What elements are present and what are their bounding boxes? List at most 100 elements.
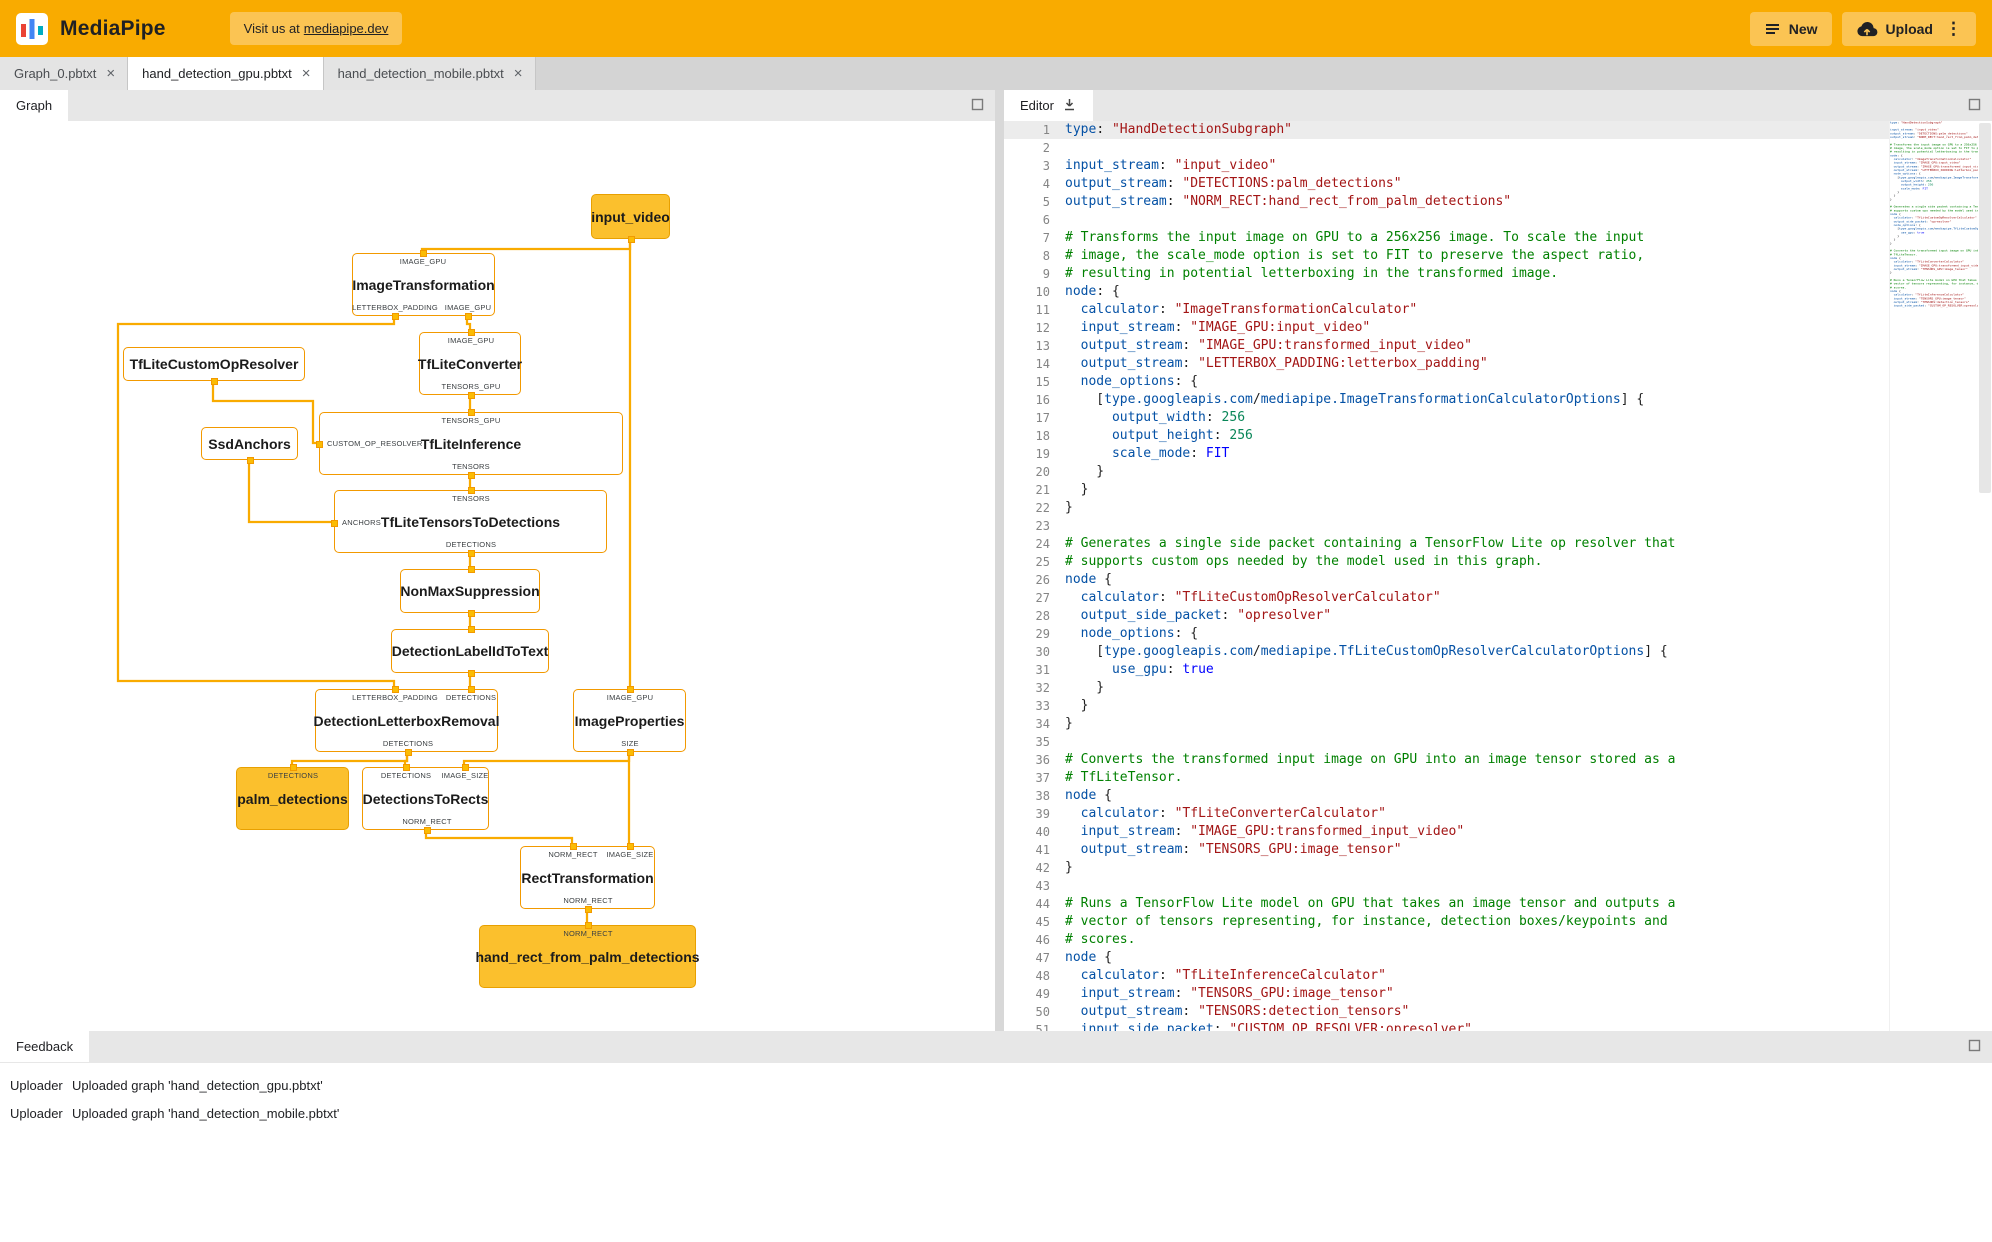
code-line-18[interactable]: 18 output_height: 256 [1004, 427, 1889, 445]
scrollbar-thumb[interactable] [1979, 123, 1991, 493]
code-line-30[interactable]: 30 [type.googleapis.com/mediapipe.TfLite… [1004, 643, 1889, 661]
code-line-6[interactable]: 6 [1004, 211, 1889, 229]
code-line-14[interactable]: 14 output_stream: "LETTERBOX_PADDING:let… [1004, 355, 1889, 373]
graph-node-palm_detections[interactable]: palm_detections DETECTIONS [236, 763, 349, 830]
code-line-20[interactable]: 20 } [1004, 463, 1889, 481]
code-line-43[interactable]: 43 [1004, 877, 1889, 895]
line-number: 20 [1035, 465, 1050, 479]
feedback-tab[interactable]: Feedback [0, 1031, 90, 1062]
code-line-41[interactable]: 41 output_stream: "TENSORS_GPU:image_ten… [1004, 841, 1889, 859]
code-line-12[interactable]: 12 input_stream: "IMAGE_GPU:input_video" [1004, 319, 1889, 337]
code-line-3[interactable]: 3 input_stream: "input_video" [1004, 157, 1889, 175]
editor-tab[interactable]: Editor [1004, 90, 1093, 121]
graph-node-DetectionLabelIdToText[interactable]: DetectionLabelIdToText [391, 625, 549, 677]
code-line-16[interactable]: 16 [type.googleapis.com/mediapipe.ImageT… [1004, 391, 1889, 409]
expand-editor-icon[interactable] [1968, 98, 1982, 112]
code-line-10[interactable]: 10 node: { [1004, 283, 1889, 301]
code-line-26[interactable]: 26 node { [1004, 571, 1889, 589]
code-line-36[interactable]: 36 # Converts the transformed input image… [1004, 751, 1889, 769]
code-line-24[interactable]: 24 # Generates a single side packet conta… [1004, 535, 1889, 553]
code-line-28[interactable]: 28 output_side_packet: "opresolver" [1004, 607, 1889, 625]
line-number: 8 [1042, 249, 1050, 263]
graph-node-label: TfLiteInference [420, 435, 522, 452]
line-number: 33 [1035, 699, 1050, 713]
graph-node-DetectionLetterboxRemoval[interactable]: DetectionLetterboxRemoval LETTERBOX_PADDI… [314, 685, 499, 756]
code-line-11[interactable]: 11 calculator: "ImageTransformationCalcu… [1004, 301, 1889, 319]
code-line-22[interactable]: 22} [1004, 499, 1889, 517]
code-line-45[interactable]: 45 # vector of tensors representing, for … [1004, 913, 1889, 931]
download-icon[interactable] [1062, 97, 1077, 115]
code-line-7[interactable]: 7 # Transforms the input image on GPU to … [1004, 229, 1889, 247]
code-line-49[interactable]: 49 input_stream: "TENSORS_GPU:image_tens… [1004, 985, 1889, 1003]
graph-node-hand_rect_from_palm_detections[interactable]: hand_rect_from_palm_detections NORM_RECT [475, 921, 700, 988]
code-line-2[interactable]: 2 [1004, 139, 1889, 157]
graph-node-TfLiteTensorsToDetections[interactable]: TfLiteTensorsToDetections TENSORS DETECTIO… [330, 486, 607, 557]
code-line-9[interactable]: 9 # resulting in potential letterboxing i… [1004, 265, 1889, 283]
code-line-33[interactable]: 33 } [1004, 697, 1889, 715]
code-text: input_side_packet: "CUSTOM_OP_RESOLVER:o… [1080, 1022, 1473, 1031]
file-tab-hand-detection-gpu[interactable]: hand_detection_gpu.pbtxt × [128, 57, 324, 90]
graph-node-ImageProperties[interactable]: ImageProperties IMAGE_GPU SIZE [573, 685, 686, 756]
code-line-1[interactable]: 1 type: "HandDetectionSubgraph" [1004, 121, 1889, 139]
port-marker [626, 748, 634, 756]
line-number: 46 [1035, 933, 1050, 947]
code-line-37[interactable]: 37 # TfLiteTensor. [1004, 769, 1889, 787]
graph-node-DetectionsToRects[interactable]: DetectionsToRects DETECTIONS IMAGE_SIZE NOR… [362, 763, 489, 834]
minimap[interactable]: type: "HandDetectionSubgraph" input_strea… [1889, 121, 1978, 1031]
code-line-42[interactable]: 42} [1004, 859, 1889, 877]
code-line-32[interactable]: 32 } [1004, 679, 1889, 697]
code-line-17[interactable]: 17 output_width: 256 [1004, 409, 1889, 427]
graph-node-RectTransformation[interactable]: RectTransformation NORM_RECT IMAGE_SIZE NOR… [520, 842, 655, 913]
new-button[interactable]: New [1749, 11, 1832, 46]
expand-feedback-icon[interactable] [1968, 1039, 1982, 1053]
code-text: } [1065, 464, 1105, 479]
graph-node-ImageTransformation[interactable]: ImageTransformation IMAGE_GPU LETTERBOX_PA… [352, 249, 495, 320]
code-text: } [1065, 482, 1089, 497]
code-line-25[interactable]: 25 # supports custom ops needed by the mo… [1004, 553, 1889, 571]
code-line-4[interactable]: 4 output_stream: "DETECTIONS:palm_detecti… [1004, 175, 1889, 193]
close-tab-icon[interactable]: × [106, 66, 115, 81]
code-line-35[interactable]: 35 [1004, 733, 1889, 751]
code-line-15[interactable]: 15 node_options: { [1004, 373, 1889, 391]
close-tab-icon[interactable]: × [302, 66, 311, 81]
code-line-38[interactable]: 38 node { [1004, 787, 1889, 805]
code-line-40[interactable]: 40 input_stream: "IMAGE_GPU:transformed_… [1004, 823, 1889, 841]
graph-node-NonMaxSuppression[interactable]: NonMaxSuppression [400, 565, 540, 617]
port-label: DETECTIONS [267, 771, 319, 780]
expand-graph-icon[interactable] [971, 98, 985, 112]
code-line-48[interactable]: 48 calculator: "TfLiteInferenceCalculato… [1004, 967, 1889, 985]
graph-node-TfLiteInference[interactable]: TfLiteInference TENSORS_GPU TENSORS CUSTOM_… [315, 408, 623, 479]
code-line-51[interactable]: 51 input_side_packet: "CUSTOM_OP_RESOLVE… [1004, 1021, 1889, 1031]
graph-node-input_video[interactable]: input_video [591, 194, 670, 243]
code-line-13[interactable]: 13 output_stream: "IMAGE_GPU:transformed… [1004, 337, 1889, 355]
code-line-39[interactable]: 39 calculator: "TfLiteConverterCalculato… [1004, 805, 1889, 823]
editor-panel: Editor 1 type: "HandDetectionSubgraph" 2 3 i… [1004, 90, 1992, 1031]
graph-panel: Graph input_video ImageTransformation IMAG… [0, 90, 995, 1031]
close-tab-icon[interactable]: × [514, 66, 523, 81]
code-line-5[interactable]: 5 output_stream: "NORM_RECT:hand_rect_fro… [1004, 193, 1889, 211]
upload-button[interactable]: Upload ⋮ [1841, 11, 1976, 46]
code-line-19[interactable]: 19 scale_mode: FIT [1004, 445, 1889, 463]
code-line-44[interactable]: 44 # Runs a TensorFlow Lite model on GPU … [1004, 895, 1889, 913]
editor-scrollbar[interactable] [1978, 121, 1992, 1031]
graph-node-TfLiteCustomOpResolver[interactable]: TfLiteCustomOpResolver [123, 347, 305, 385]
code-line-23[interactable]: 23 [1004, 517, 1889, 535]
code-line-34[interactable]: 34} [1004, 715, 1889, 733]
code-line-31[interactable]: 31 use_gpu: true [1004, 661, 1889, 679]
code-line-27[interactable]: 27 calculator: "TfLiteCustomOpResolverCa… [1004, 589, 1889, 607]
file-tab-hand-detection-mobile[interactable]: hand_detection_mobile.pbtxt × [323, 57, 536, 90]
code-line-46[interactable]: 46 # scores. [1004, 931, 1889, 949]
graph-tab[interactable]: Graph [0, 90, 69, 121]
code-line-8[interactable]: 8 # image, the scale_mode option is set t… [1004, 247, 1889, 265]
code-line-47[interactable]: 47 node { [1004, 949, 1889, 967]
code-line-50[interactable]: 50 output_stream: "TENSORS:detection_ten… [1004, 1003, 1889, 1021]
visit-chip[interactable]: Visit us at mediapipe.dev [229, 12, 403, 45]
more-options-icon[interactable]: ⋮ [1945, 20, 1962, 37]
graph-node-TfLiteConverter[interactable]: TfLiteConverter IMAGE_GPU TENSORS_GPU [418, 328, 522, 399]
visit-link[interactable]: mediapipe.dev [304, 21, 389, 36]
code-line-29[interactable]: 29 node_options: { [1004, 625, 1889, 643]
file-tab-graph-0[interactable]: Graph_0.pbtxt × [0, 57, 129, 90]
code-line-21[interactable]: 21 } [1004, 481, 1889, 499]
graph-node-SsdAnchors[interactable]: SsdAnchors [201, 427, 298, 464]
graph-canvas[interactable]: input_video ImageTransformation IMAGE_GPU L… [0, 121, 995, 1031]
